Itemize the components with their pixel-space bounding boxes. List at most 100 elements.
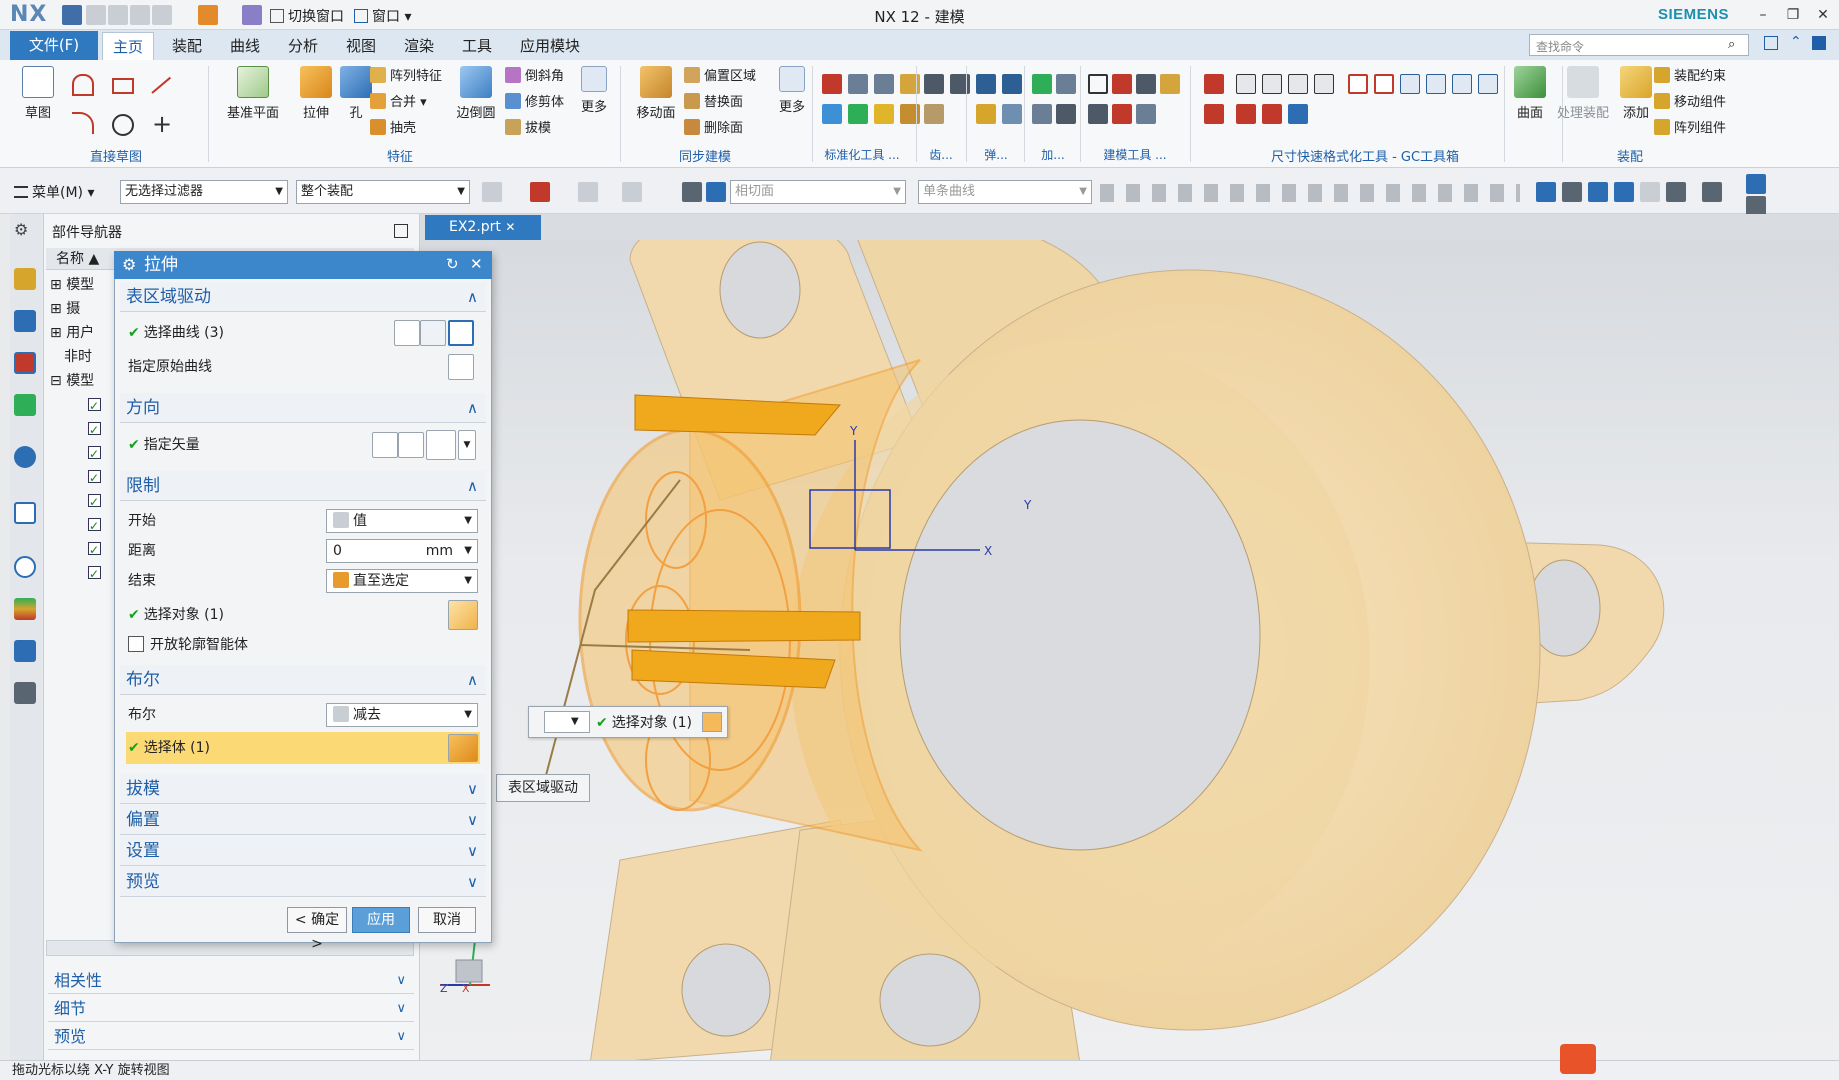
dim-format-icon[interactable] — [1348, 74, 1368, 94]
tab-tools[interactable]: 工具 — [452, 32, 502, 60]
vector-inferred-icon[interactable] — [426, 430, 456, 460]
trim-body-button[interactable]: 修剪体 — [505, 92, 564, 114]
maximize-panel-icon[interactable] — [394, 224, 408, 238]
tree-row-model-history[interactable]: ⊟ 模型 — [50, 370, 94, 392]
std-tool-icon[interactable] — [848, 104, 868, 124]
boolean-select[interactable]: 减去 ▼ — [326, 703, 478, 727]
select-tool-icon[interactable] — [578, 182, 598, 202]
rectangle-icon[interactable] — [112, 78, 134, 94]
dim-format-icon[interactable] — [1288, 74, 1308, 94]
ok-button[interactable]: < 确定 > — [287, 907, 347, 952]
vector-dropdown-button[interactable]: ▼ — [458, 430, 476, 460]
apply-button[interactable]: 应用 — [352, 907, 410, 933]
ime-logo-icon[interactable] — [1560, 1044, 1596, 1074]
tree-row-feature[interactable] — [88, 418, 101, 441]
move-face-button[interactable]: 移动面 — [628, 64, 684, 121]
tree-row-feature[interactable] — [88, 562, 101, 585]
add-tool-icon[interactable] — [1032, 104, 1052, 124]
section-settings[interactable]: 设置 ∨ — [120, 836, 486, 866]
file-menu-tab[interactable]: 文件(F) — [10, 31, 98, 60]
tree-row-feature[interactable] — [88, 514, 101, 537]
undo-icon[interactable] — [86, 5, 106, 25]
tree-row-feature[interactable] — [88, 442, 101, 465]
origin-curve-icon[interactable] — [448, 354, 474, 380]
save-icon[interactable] — [62, 5, 82, 25]
profile-icon[interactable] — [72, 74, 94, 96]
add-tool-icon[interactable] — [1032, 74, 1052, 94]
select-tool-icon[interactable] — [530, 182, 550, 202]
close-icon[interactable]: ✕ — [470, 255, 483, 273]
build-tool-icon[interactable] — [1088, 74, 1108, 94]
end-option-select[interactable]: 直至选定 ▼ — [326, 569, 478, 593]
part-navigator-icon[interactable] — [14, 352, 36, 374]
feature-checkbox[interactable] — [88, 467, 101, 489]
specify-origin-curve-row[interactable]: 指定原始曲线 — [128, 354, 212, 380]
tab-analysis[interactable]: 分析 — [278, 32, 328, 60]
selection-filter-dropdown[interactable]: 无选择过滤器 ▼ — [120, 180, 288, 204]
feature-checkbox[interactable] — [88, 539, 101, 561]
feature-checkbox[interactable] — [88, 419, 101, 441]
tab-applications[interactable]: 应用模块 — [510, 32, 590, 60]
dim-format-icon[interactable] — [1400, 74, 1420, 94]
select-body-row[interactable]: ✔ 选择体 (1) — [128, 735, 210, 761]
navsection-dependencies[interactable]: 相关性 ∨ — [48, 968, 414, 994]
spring-icon[interactable] — [976, 74, 996, 94]
snap-point-toolbar[interactable] — [1100, 184, 1520, 202]
select-tool-icon[interactable] — [622, 182, 642, 202]
graphics-viewport[interactable]: Y X Y X Z — [420, 240, 1839, 1064]
spring-icon[interactable] — [976, 104, 996, 124]
std-tool-icon[interactable] — [900, 74, 920, 94]
std-tool-icon[interactable] — [848, 74, 868, 94]
build-tool-icon[interactable] — [1136, 104, 1156, 124]
chamfer-button[interactable]: 倒斜角 — [505, 66, 564, 88]
face-rule-dropdown[interactable]: 相切面 ▼ — [730, 180, 906, 204]
section-boolean[interactable]: 布尔 ∧ — [120, 665, 486, 695]
info-icon[interactable] — [14, 446, 36, 468]
help-icon[interactable] — [1812, 36, 1826, 50]
add-tool-icon[interactable] — [1056, 104, 1076, 124]
open-profile-row[interactable]: 开放轮廓智能体 — [128, 632, 248, 658]
edge-blend-button[interactable]: 边倒圆 — [450, 64, 502, 121]
circle-icon[interactable] — [112, 114, 134, 136]
main-menu-button[interactable]: 菜单(M) ▾ — [14, 182, 95, 202]
dim-format-icon[interactable] — [1478, 74, 1498, 94]
dim-format-icon[interactable] — [1204, 104, 1224, 124]
select-tool-icon[interactable] — [482, 182, 502, 202]
more-features-button[interactable]: 更多 — [572, 64, 616, 115]
delete-face-button[interactable]: 删除面 — [684, 118, 743, 140]
render-style-icon[interactable] — [1746, 174, 1766, 194]
gear-tool-icon[interactable] — [924, 74, 944, 94]
gear-icon[interactable]: ⚙ — [14, 220, 28, 239]
open-profile-checkbox[interactable] — [128, 636, 144, 652]
minimize-button[interactable]: – — [1748, 3, 1778, 27]
solid-body-icon[interactable] — [448, 600, 478, 630]
more-sync-button[interactable]: 更多 — [770, 64, 814, 115]
section-draft[interactable]: 拔模 ∨ — [120, 774, 486, 804]
render-style-icon[interactable] — [1746, 196, 1766, 216]
tree-row-camera[interactable]: ⊞ 摄 — [50, 298, 80, 320]
tree-row-user-expressions[interactable]: ⊞ 用户 — [50, 322, 94, 344]
spring-icon[interactable] — [1002, 74, 1022, 94]
section-limits[interactable]: 限制 ∧ — [120, 471, 486, 501]
switch-window-button[interactable]: 切换窗口 — [270, 6, 344, 26]
feature-checkbox[interactable] — [88, 563, 101, 585]
reset-icon[interactable]: ↻ — [446, 255, 459, 273]
dim-format-icon[interactable] — [1262, 74, 1282, 94]
gear-icon[interactable]: ⚙ — [122, 255, 136, 274]
gear-tool-icon[interactable] — [950, 74, 970, 94]
gear-tool-icon[interactable] — [924, 104, 944, 124]
tree-row-feature[interactable] — [88, 394, 101, 417]
close-tab-icon[interactable]: ✕ — [505, 220, 515, 234]
dim-format-icon[interactable] — [1236, 74, 1256, 94]
command-search-input[interactable]: 查找命令 — [1529, 34, 1749, 56]
select-object-row[interactable]: ✔ 选择对象 (1) — [128, 602, 224, 628]
history-icon[interactable] — [14, 556, 36, 578]
ribbon-options-icon[interactable] — [1764, 36, 1778, 50]
navsection-preview[interactable]: 预览 ∨ — [48, 1024, 414, 1050]
selection-type-dropdown[interactable]: ▼ — [544, 711, 590, 733]
build-tool-icon[interactable] — [1112, 74, 1132, 94]
dim-format-icon[interactable] — [1236, 104, 1256, 124]
spring-icon[interactable] — [1002, 104, 1022, 124]
feature-checkbox[interactable] — [88, 515, 101, 537]
view-tool-icon[interactable] — [1666, 182, 1686, 202]
